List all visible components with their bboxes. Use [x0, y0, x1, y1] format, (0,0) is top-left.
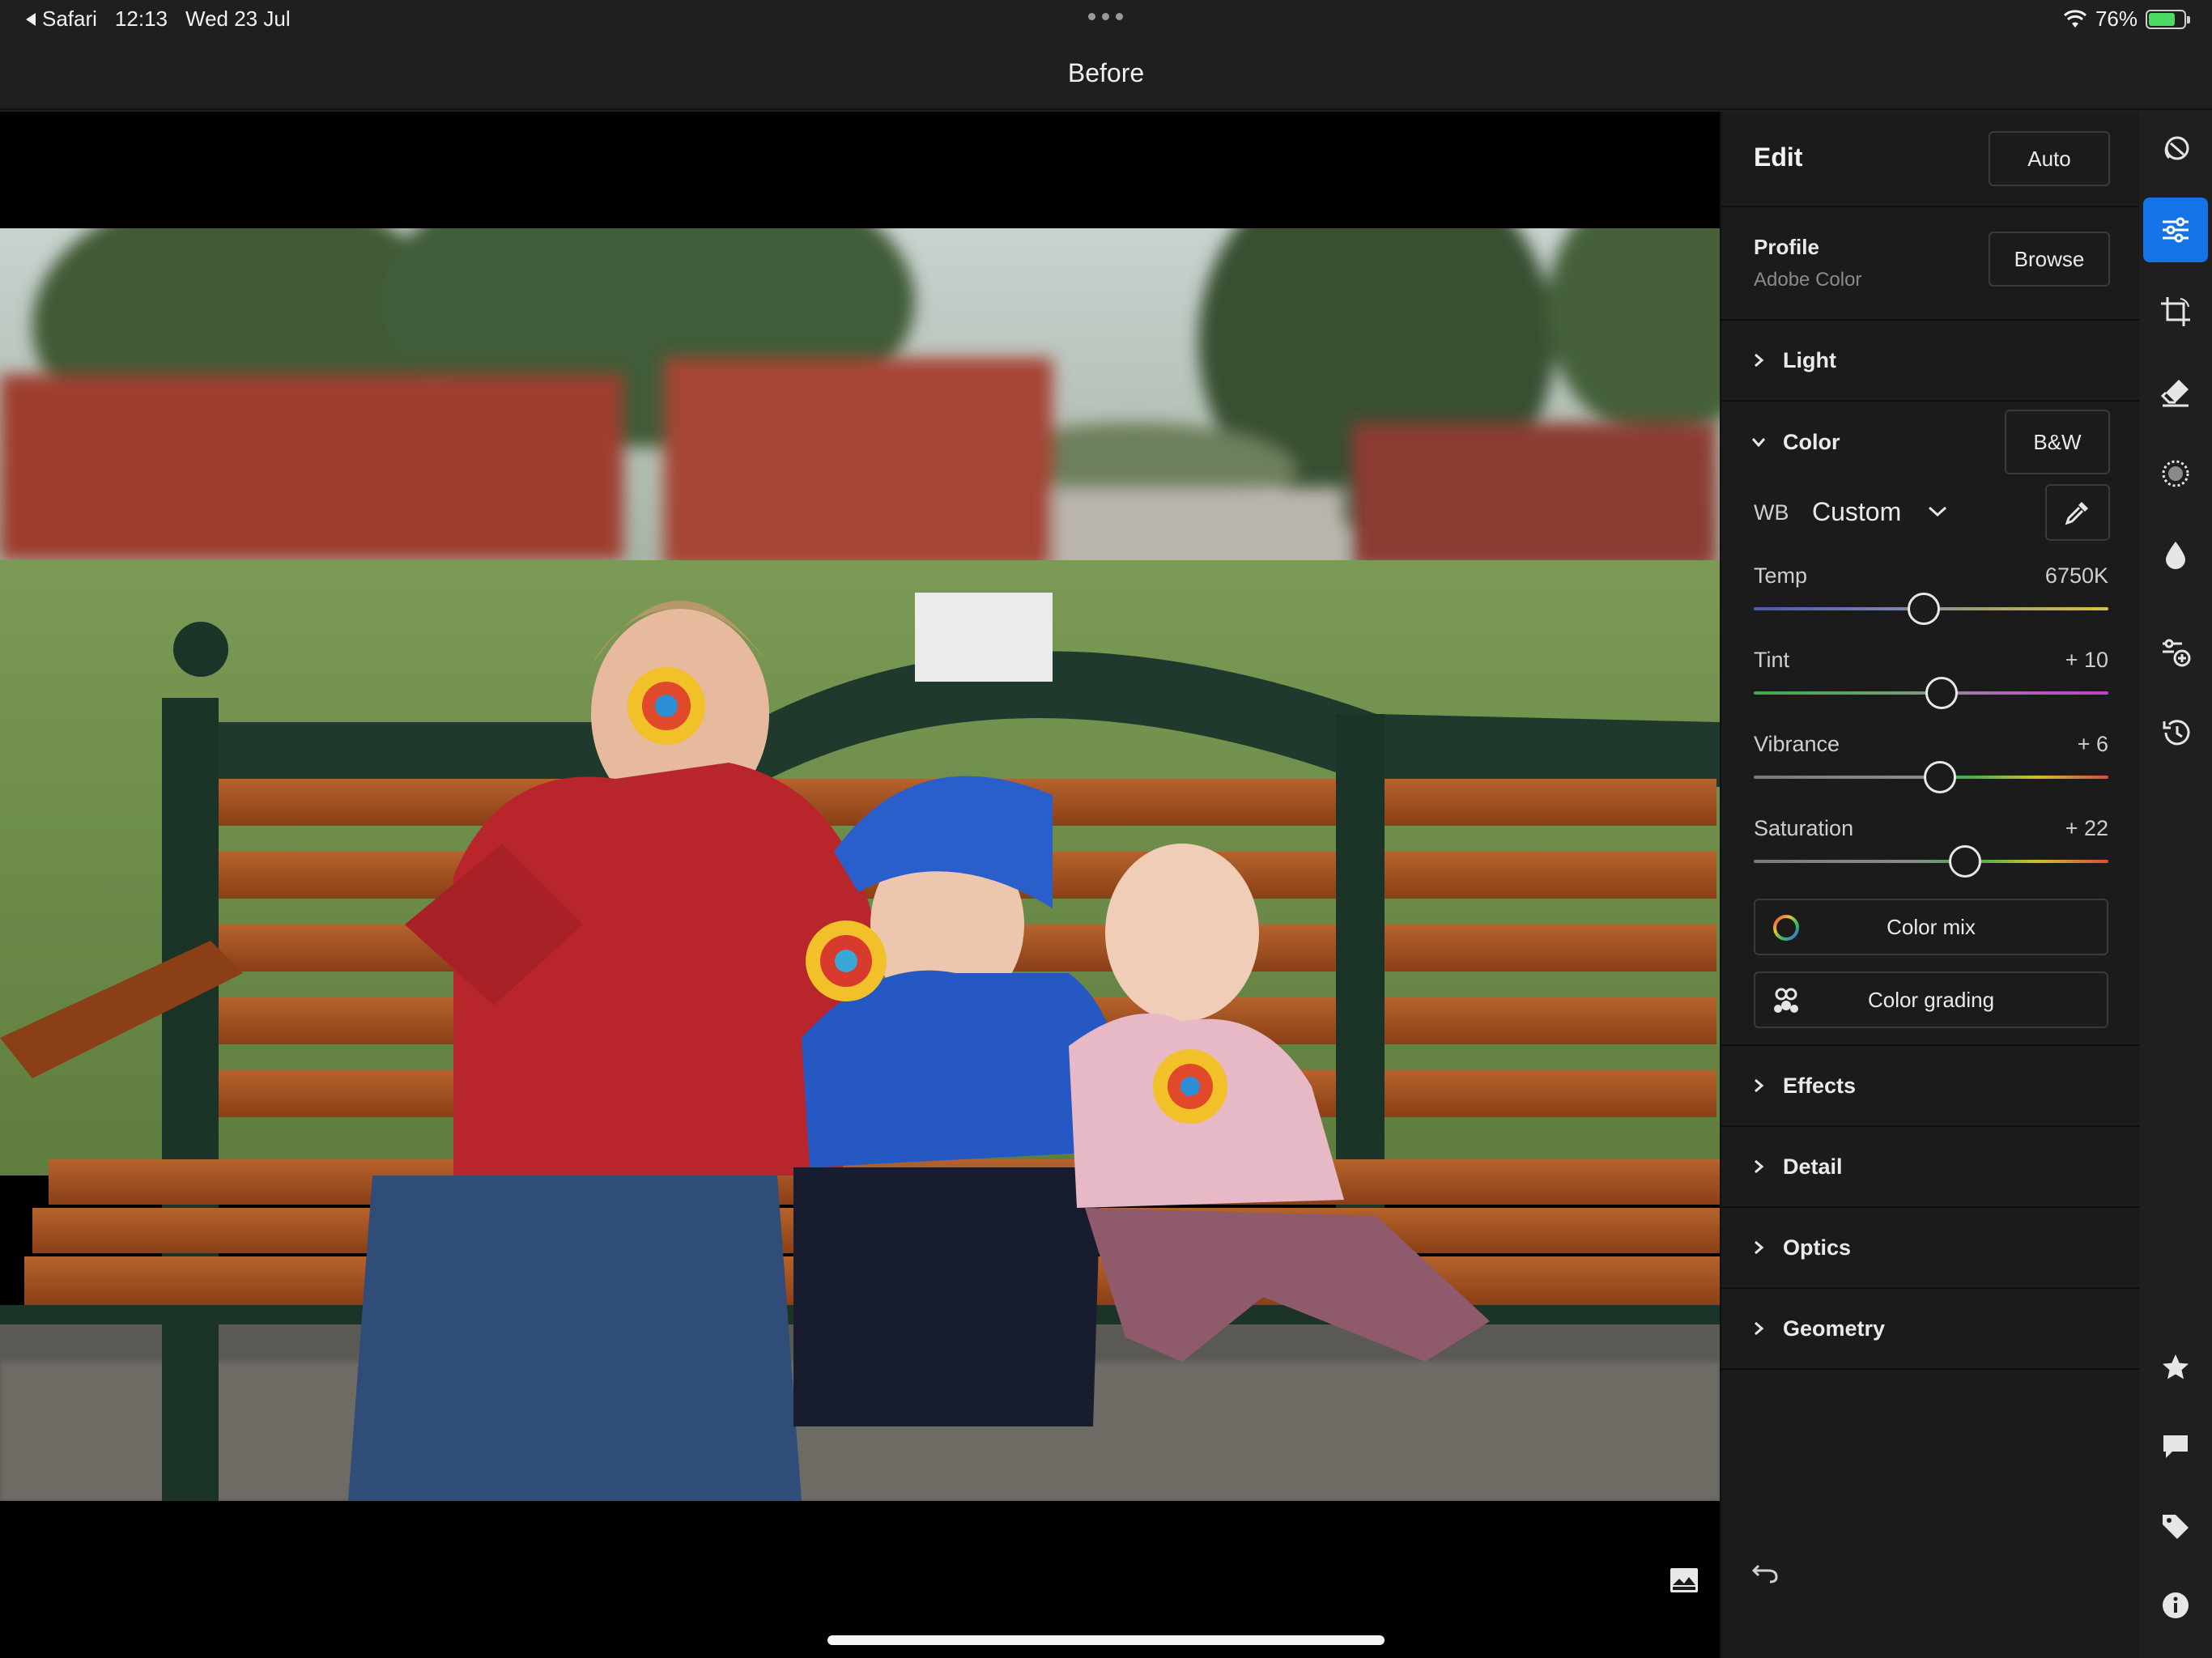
tint-value: + 10 [2065, 648, 2108, 672]
wifi-icon [2063, 9, 2087, 28]
crop-icon [2161, 297, 2190, 326]
section-light[interactable]: Light [1721, 321, 2141, 402]
home-indicator[interactable] [827, 1635, 1385, 1645]
versions-icon [2163, 639, 2191, 667]
vibrance-slider-knob[interactable] [1923, 761, 1956, 793]
profile-value: Adobe Color [1754, 269, 1862, 291]
section-geometry[interactable]: Geometry [1721, 1289, 2141, 1370]
bw-button[interactable]: B&W [2005, 410, 2110, 474]
vibrance-value: + 6 [2077, 732, 2108, 756]
back-arrow-icon [26, 12, 36, 26]
saturation-track[interactable] [1754, 860, 2108, 863]
info-icon [2163, 1592, 2189, 1618]
status-date: Wed 23 Jul [185, 6, 291, 31]
vibrance-slider[interactable]: Vibrance + 6 [1721, 724, 2141, 808]
photo-canvas[interactable] [0, 112, 1720, 1658]
tint-slider-knob[interactable] [1925, 677, 1959, 709]
chevron-right-icon [1750, 1078, 1783, 1094]
chevron-down-icon [1750, 434, 1783, 450]
browse-profiles-button[interactable]: Browse [1989, 232, 2110, 287]
back-app-label: Safari [42, 6, 97, 31]
temp-slider[interactable]: Temp 6750K [1721, 555, 2141, 640]
crop-tool[interactable] [2147, 283, 2204, 340]
color-mix-label: Color mix [1887, 914, 1976, 939]
masking-icon [2162, 460, 2189, 487]
healing-tool[interactable] [2147, 364, 2204, 421]
white-balance-row: WB Custom [1721, 476, 2141, 549]
tint-slider[interactable]: Tint + 10 [1721, 640, 2141, 724]
presets-icon [2164, 136, 2189, 160]
color-grading-icon [1774, 988, 1798, 1013]
temp-slider-knob[interactable] [1908, 593, 1941, 625]
battery-percent: 76% [2095, 6, 2138, 31]
edit-sliders-icon [2163, 217, 2189, 243]
section-color-label: Color [1783, 429, 1840, 454]
section-effects-label: Effects [1783, 1073, 1857, 1098]
status-time: 12:13 [114, 6, 168, 31]
presets-tool[interactable] [2147, 121, 2204, 178]
chevron-right-icon [1750, 352, 1783, 368]
section-detail[interactable]: Detail [1721, 1127, 2141, 1208]
tool-rail [2139, 112, 2212, 1658]
blur-drop-icon [2166, 542, 2185, 569]
photo-preview[interactable] [0, 228, 1720, 1501]
color-grading-label: Color grading [1867, 987, 1995, 1012]
chevron-right-icon [1750, 1239, 1783, 1256]
temp-value: 6750K [2044, 563, 2108, 588]
back-to-app-link[interactable]: Safari [26, 6, 97, 32]
section-effects[interactable]: Effects [1721, 1046, 2141, 1127]
chevron-right-icon [1750, 1158, 1783, 1175]
profile-label: Profile [1754, 235, 1819, 259]
comment-icon [2163, 1435, 2188, 1458]
keywords-tool[interactable] [2147, 1498, 2204, 1554]
comments-tool[interactable] [2147, 1418, 2204, 1475]
history-icon [2163, 720, 2190, 746]
chevron-down-icon[interactable] [1927, 505, 1948, 518]
wb-eyedropper-button[interactable] [2045, 484, 2110, 541]
color-wheel-icon [1773, 915, 1799, 941]
star-rating-icon [2163, 1354, 2189, 1380]
title-bar: Before [0, 39, 2212, 110]
temp-label: Temp [1754, 563, 1808, 588]
edit-title: Edit [1754, 142, 1803, 172]
chevron-right-icon [1750, 1320, 1783, 1337]
undo-icon[interactable] [1750, 1561, 1780, 1585]
tint-label: Tint [1754, 648, 1790, 672]
section-optics[interactable]: Optics [1721, 1208, 2141, 1289]
info-tool[interactable] [2147, 1577, 2204, 1634]
wb-label: WB [1754, 500, 1789, 525]
healing-eraser-icon [2160, 380, 2189, 407]
status-bar: Safari 12:13 Wed 23 Jul 76% [0, 0, 2212, 39]
view-title[interactable]: Before [0, 58, 2212, 88]
profile-section: Profile Adobe Color Browse [1721, 207, 2141, 321]
blur-tool[interactable] [2147, 526, 2204, 583]
versions-tool[interactable] [2147, 623, 2204, 680]
edit-header: Edit Auto [1721, 112, 2141, 207]
saturation-value: + 22 [2065, 816, 2108, 840]
eyedropper-icon [2065, 502, 2088, 525]
before-after-icon[interactable] [1670, 1567, 1699, 1593]
saturation-slider-knob[interactable] [1948, 845, 1981, 878]
tag-icon [2163, 1515, 2189, 1539]
saturation-label: Saturation [1754, 816, 1854, 840]
section-optics-label: Optics [1783, 1235, 1852, 1260]
multitasking-dots-icon[interactable] [1088, 13, 1123, 20]
masking-tool[interactable] [2147, 445, 2204, 502]
battery-icon [2146, 9, 2190, 29]
history-tool[interactable] [2147, 704, 2204, 761]
section-geometry-label: Geometry [1783, 1316, 1886, 1341]
vibrance-label: Vibrance [1754, 732, 1840, 756]
color-grading-button[interactable]: Color grading [1754, 971, 2108, 1028]
saturation-slider[interactable]: Saturation + 22 [1721, 808, 2141, 892]
wb-preset-select[interactable]: Custom [1812, 497, 1901, 527]
rating-tool[interactable] [2147, 1339, 2204, 1396]
section-detail-label: Detail [1783, 1154, 1843, 1179]
edit-tool[interactable] [2143, 198, 2208, 262]
color-mix-button[interactable]: Color mix [1754, 899, 2108, 955]
section-light-label: Light [1783, 347, 1836, 372]
auto-button[interactable]: Auto [1989, 131, 2110, 186]
edit-panel: Edit Auto Profile Adobe Color Browse Lig… [1720, 112, 2141, 1658]
